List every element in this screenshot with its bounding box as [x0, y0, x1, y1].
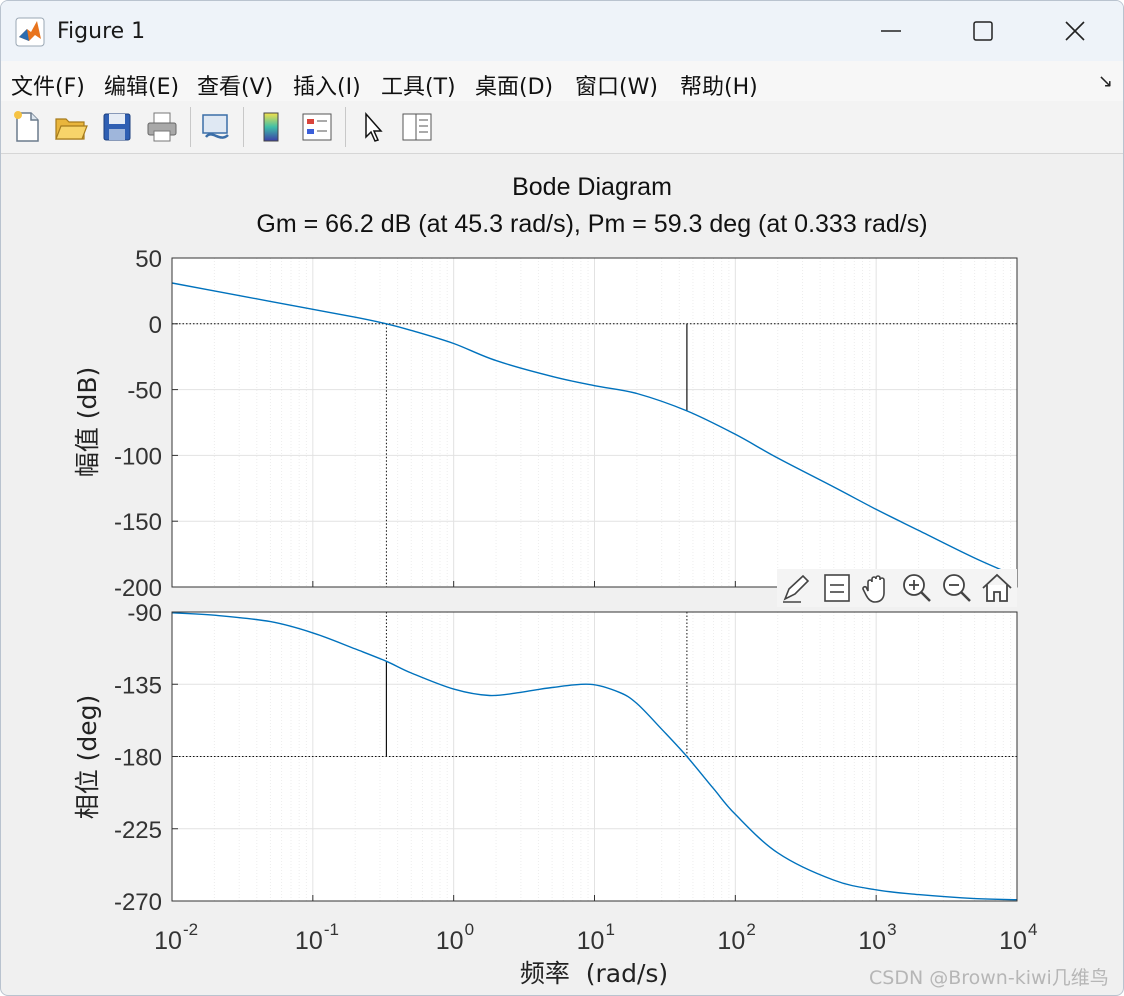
y-tick-label: 50: [135, 246, 162, 273]
axes-toolbar: [777, 569, 1017, 607]
zoom-out-icon[interactable]: [939, 571, 975, 605]
data-tips-icon[interactable]: [819, 571, 855, 605]
y-tick-label: -100: [114, 443, 162, 470]
frequency-xlabel: 频率 (rad/s): [520, 959, 668, 988]
y-tick-label: 0: [149, 312, 162, 339]
x-tick-exponent: -1: [324, 920, 339, 939]
chart-title: Bode Diagram: [512, 173, 672, 201]
x-tick-exponent: 2: [746, 920, 755, 939]
pan-icon[interactable]: [859, 571, 895, 605]
watermark: CSDN @Brown-kiwi几维鸟: [869, 967, 1109, 989]
y-tick-label: -50: [127, 378, 162, 405]
chart-subtitle: Gm = 66.2 dB (at 45.3 rad/s), Pm = 59.3 …: [256, 210, 927, 238]
brush-icon[interactable]: [779, 571, 815, 605]
zoom-in-icon[interactable]: [899, 571, 935, 605]
x-tick-label: 10: [858, 927, 886, 955]
x-tick-label: 10: [717, 927, 745, 955]
y-tick-label: -200: [114, 575, 162, 602]
bode-plot[interactable]: Bode Diagram Gm = 66.2 dB (at 45.3 rad/s…: [1, 1, 1123, 995]
x-tick-exponent: -2: [183, 920, 198, 939]
x-tick-label: 10: [154, 927, 182, 955]
x-tick-exponent: 0: [465, 920, 474, 939]
x-tick-label: 10: [999, 927, 1027, 955]
x-tick-label: 10: [577, 927, 605, 955]
x-tick-label: 10: [295, 927, 323, 955]
y-tick-label: -150: [114, 509, 162, 536]
y-tick-label: -90: [127, 600, 162, 627]
y-tick-label: -135: [114, 672, 162, 699]
y-tick-label: -225: [114, 817, 162, 844]
magnitude-ylabel: 幅值 (dB): [73, 367, 102, 477]
x-tick-exponent: 1: [606, 920, 615, 939]
x-tick-label: 10: [436, 927, 464, 955]
x-tick-exponent: 3: [887, 920, 896, 939]
figure-window: Figure 1 文件(F) 编辑(E) 查看(V) 插入(I) 工具(T) 桌…: [0, 0, 1124, 996]
phase-ylabel: 相位 (deg): [73, 695, 102, 820]
y-tick-label: -270: [114, 889, 162, 916]
y-tick-label: -180: [114, 745, 162, 772]
x-tick-exponent: 4: [1028, 920, 1037, 939]
home-icon[interactable]: [979, 571, 1015, 605]
